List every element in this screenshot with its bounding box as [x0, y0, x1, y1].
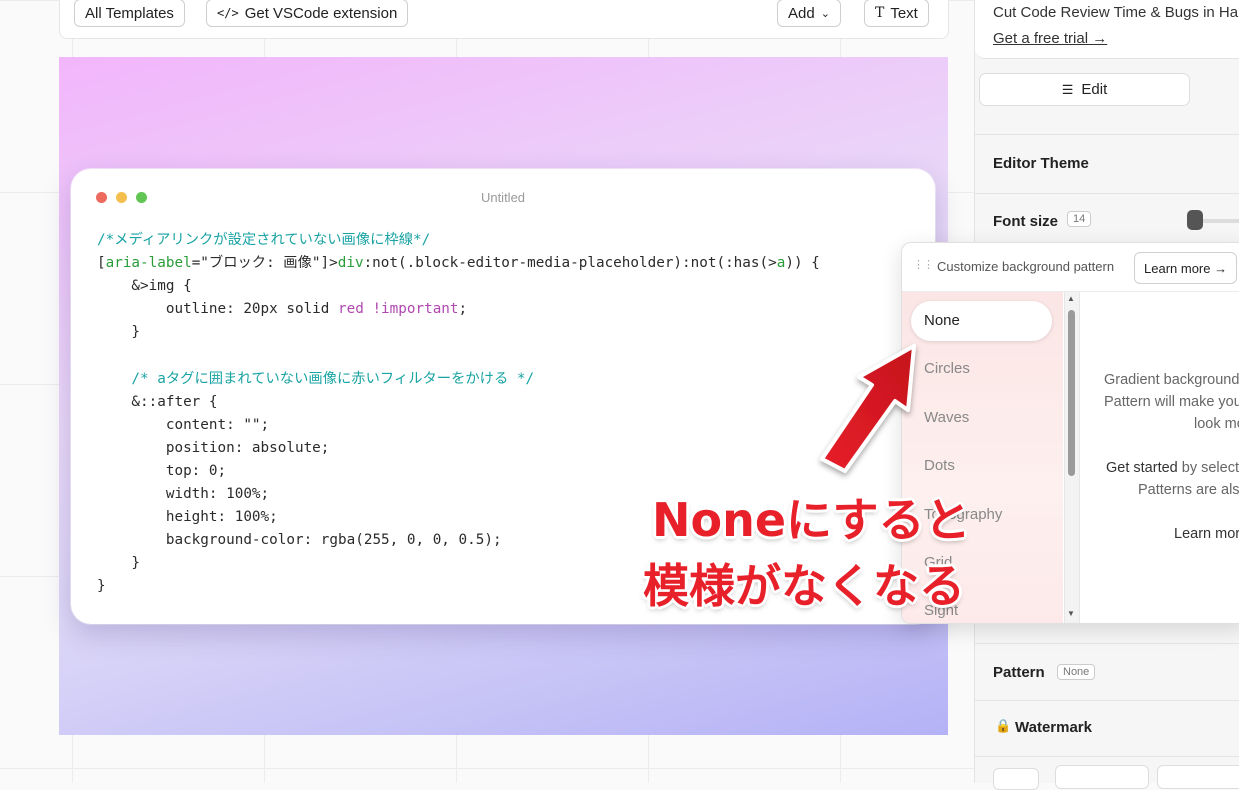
annotation-text-line-1: Noneにすると [652, 493, 971, 547]
annotation-text-line-2: 模様がなくなる [643, 559, 965, 613]
annotation-arrow-icon [820, 344, 916, 473]
